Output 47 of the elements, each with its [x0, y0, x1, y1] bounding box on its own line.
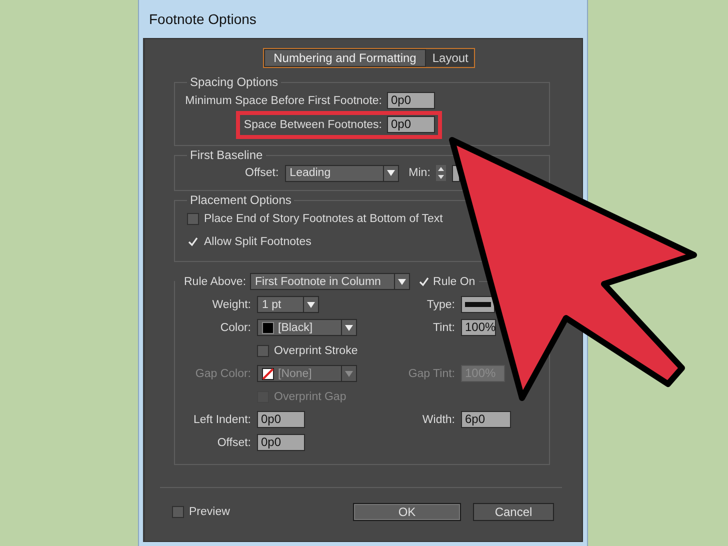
no-color-swatch-icon — [262, 368, 274, 380]
dialog-button[interactable]: Cancel — [473, 502, 554, 520]
checkbox[interactable] — [172, 506, 184, 518]
spinner-icon[interactable] — [436, 165, 446, 181]
dropdown[interactable]: 1 pt — [257, 296, 319, 313]
group-title: Placement Options — [189, 193, 292, 207]
dropdown[interactable]: [Black] — [257, 319, 357, 336]
checkbox-label: Overprint Gap — [274, 390, 346, 402]
caret-icon[interactable] — [307, 302, 315, 308]
dialog-button[interactable]: OK — [353, 502, 461, 520]
field-label: Offset: — [245, 167, 279, 179]
checkbox-label: Overprint Stroke — [274, 344, 358, 356]
checkbox-label: Preview — [189, 506, 230, 518]
field-label: Gap Tint: — [408, 368, 455, 380]
checkbox-label: Allow Split Footnotes — [204, 236, 312, 248]
field-label: Width: — [422, 414, 455, 426]
dropdown[interactable]: Leading — [284, 164, 399, 182]
field-label: Weight: — [212, 298, 251, 310]
text-field[interactable]: 0p0 — [257, 411, 305, 428]
field-label: Gap Color: — [195, 368, 251, 380]
caret-icon[interactable] — [386, 170, 395, 176]
field-label: Type: — [426, 298, 455, 310]
field-label: Tint: — [433, 322, 455, 334]
caret-icon[interactable] — [345, 324, 353, 330]
dropdown[interactable]: First Footnote in Column — [250, 273, 410, 290]
field-label: Minimum Space Before First Footnote: — [185, 94, 382, 106]
field-label: Min: — [408, 167, 430, 179]
checkbox[interactable] — [187, 212, 199, 224]
checkbox-label: Place End of Story Footnotes at Bottom of Text — [204, 212, 443, 224]
field-label: Left Indent: — [193, 414, 251, 426]
field-label: Offset: — [217, 436, 251, 448]
caret-icon[interactable] — [398, 278, 406, 284]
tab[interactable]: Numbering and Formatting — [264, 49, 426, 67]
field-label: Color: — [220, 322, 251, 334]
text-field[interactable]: 0p0 — [387, 92, 435, 109]
window-title: Footnote Options — [149, 11, 256, 27]
group-title: Spacing Options — [189, 75, 280, 89]
stroke-type-dropdown[interactable] — [461, 296, 495, 313]
tab[interactable]: Layout — [426, 49, 474, 67]
text-field[interactable]: 6p0 — [461, 411, 511, 428]
group-title: First Baseline — [189, 148, 264, 162]
field-label: Space Between Footnotes: — [244, 118, 382, 130]
text-field[interactable]: 0p0 — [387, 116, 435, 133]
field-label: Rule Above: — [184, 276, 246, 288]
checkbox[interactable] — [257, 344, 269, 356]
checkbox-label: Rule On — [433, 276, 476, 288]
text-field[interactable]: 0p0 — [257, 434, 305, 451]
